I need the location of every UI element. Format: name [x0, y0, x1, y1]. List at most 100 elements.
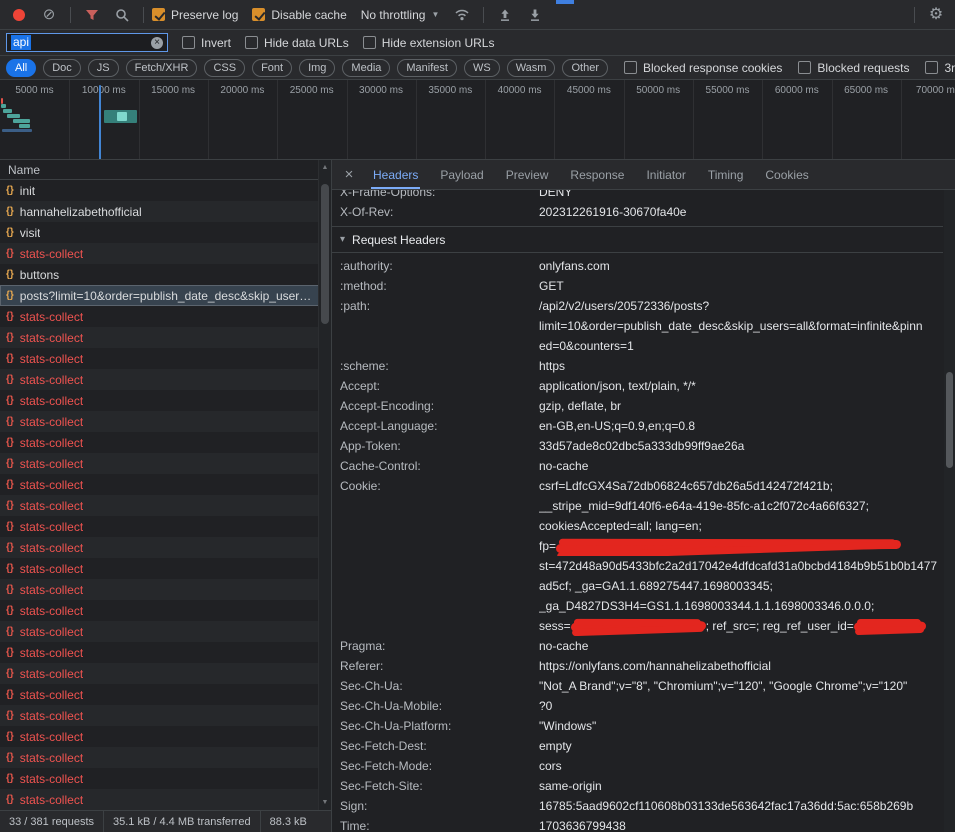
request-name: init	[20, 184, 35, 198]
throttling-select[interactable]: No throttling ▼	[361, 8, 440, 22]
request-row[interactable]: {}buttons	[0, 264, 331, 285]
type-filter-doc[interactable]: Doc	[43, 59, 81, 77]
request-name: stats-collect	[20, 583, 83, 597]
request-name: stats-collect	[20, 667, 83, 681]
type-filter-other[interactable]: Other	[562, 59, 608, 77]
scrollbar-thumb[interactable]	[946, 372, 953, 468]
header-value-line: limit=10&order=publish_date_desc&skip_us…	[539, 316, 943, 336]
checkbox-blocked-requests[interactable]: Blocked requests	[798, 61, 909, 75]
json-braces-icon: {}	[6, 269, 14, 280]
request-row[interactable]: {}stats-collect	[0, 495, 331, 516]
request-row[interactable]: {}init	[0, 180, 331, 201]
disable-cache-checkbox[interactable]: Disable cache	[252, 8, 346, 22]
tab-preview[interactable]: Preview	[495, 160, 560, 189]
header-row: Time:1703636799438	[332, 816, 943, 832]
tab-timing[interactable]: Timing	[697, 160, 755, 189]
tab-initiator[interactable]: Initiator	[635, 160, 696, 189]
close-detail-button[interactable]: ×	[336, 160, 362, 189]
preserve-log-checkbox[interactable]: Preserve log	[152, 8, 238, 22]
request-row[interactable]: {}stats-collect	[0, 705, 331, 726]
request-row[interactable]: {}stats-collect	[0, 243, 331, 264]
tab-headers[interactable]: Headers	[362, 160, 429, 189]
checkbox-icon	[624, 61, 637, 74]
timeline-tick-label: 35000 ms	[416, 85, 485, 96]
json-braces-icon: {}	[6, 437, 14, 448]
record-button[interactable]	[6, 4, 32, 26]
request-row[interactable]: {}stats-collect	[0, 684, 331, 705]
type-filter-all[interactable]: All	[6, 59, 36, 77]
request-row[interactable]: {}stats-collect	[0, 663, 331, 684]
request-row[interactable]: {} stats-collect	[0, 579, 331, 600]
checkbox-3rd-party-requests[interactable]: 3rd-party requests	[925, 61, 955, 75]
request-row[interactable]: {}stats-collect	[0, 411, 331, 432]
settings-button[interactable]: ⚙	[923, 4, 949, 26]
json-braces-icon: {}	[6, 647, 14, 658]
request-row[interactable]: {}stats-collect	[0, 390, 331, 411]
tab-response[interactable]: Response	[559, 160, 635, 189]
type-filter-manifest[interactable]: Manifest	[397, 59, 457, 77]
type-filter-font[interactable]: Font	[252, 59, 292, 77]
request-row[interactable]: {}stats-collect	[0, 432, 331, 453]
request-row[interactable]: {}stats-collect	[0, 306, 331, 327]
request-row[interactable]: {}stats-collect	[0, 369, 331, 390]
request-name: stats-collect	[20, 730, 83, 744]
checkbox-icon	[363, 36, 376, 49]
request-row[interactable]: {}stats-collect	[0, 516, 331, 537]
tab-payload[interactable]: Payload	[429, 160, 494, 189]
timeline-overview[interactable]: 5000 ms10000 ms15000 ms20000 ms25000 ms3…	[0, 80, 955, 160]
request-list-scrollbar[interactable]: ▲ ▼	[318, 160, 331, 810]
request-headers-section[interactable]: ▾Request Headers	[332, 227, 943, 253]
request-row[interactable]: {}hannahelizabethofficial	[0, 201, 331, 222]
checkbox-blocked-response-cookies[interactable]: Blocked response cookies	[624, 61, 782, 75]
request-row[interactable]: {}stats-collect	[0, 600, 331, 621]
invert-checkbox[interactable]: Invert	[182, 36, 231, 50]
detail-scrollbar[interactable]	[944, 190, 955, 832]
type-filter-fetch-xhr[interactable]: Fetch/XHR	[126, 59, 198, 77]
json-braces-icon: {}	[6, 521, 14, 532]
json-braces-icon: {}	[6, 626, 14, 637]
search-button[interactable]	[109, 4, 135, 26]
scroll-up-icon[interactable]: ▲	[319, 164, 331, 171]
separator	[70, 7, 71, 23]
hide-extension-urls-checkbox[interactable]: Hide extension URLs	[363, 36, 495, 50]
tab-cookies[interactable]: Cookies	[754, 160, 819, 189]
clear-button[interactable]: ⊘	[36, 4, 62, 26]
request-row[interactable]: {}visit	[0, 222, 331, 243]
type-filter-media[interactable]: Media	[342, 59, 390, 77]
request-row[interactable]: {}posts?limit=10&order=publish_date_desc…	[0, 285, 331, 306]
timeline-tick-label: 30000 ms	[347, 85, 416, 96]
waterfall-bar	[19, 124, 30, 128]
request-row[interactable]: {}stats-collect	[0, 747, 331, 768]
type-filter-wasm[interactable]: Wasm	[507, 59, 556, 77]
type-filter-css[interactable]: CSS	[204, 59, 245, 77]
type-filter-ws[interactable]: WS	[464, 59, 500, 77]
header-row: Sign:16785:5aad9602cf110608b03133de56364…	[332, 796, 943, 816]
request-row[interactable]: {}stats-collect	[0, 768, 331, 789]
type-filter-bar: All Doc JS Fetch/XHR CSS Font Img Media Manifest…	[6, 59, 608, 77]
type-filter-js[interactable]: JS	[88, 59, 119, 77]
request-row[interactable]: {}stats-collect	[0, 537, 331, 558]
export-har-button[interactable]	[522, 4, 548, 26]
request-row[interactable]: {}stats-collect	[0, 558, 331, 579]
scroll-down-icon[interactable]: ▼	[319, 799, 331, 806]
request-row[interactable]: {}stats-collect	[0, 642, 331, 663]
scrollbar-thumb[interactable]	[321, 184, 329, 324]
network-conditions-button[interactable]	[449, 4, 475, 26]
json-braces-icon: {}	[6, 584, 14, 595]
request-row[interactable]: {}stats-collect	[0, 621, 331, 642]
column-header-name[interactable]: Name	[0, 160, 331, 180]
filter-toggle-button[interactable]	[79, 4, 105, 26]
request-name: stats-collect	[20, 394, 83, 408]
request-row[interactable]: {}stats-collect	[0, 474, 331, 495]
import-har-button[interactable]	[492, 4, 518, 26]
request-row[interactable]: {}stats-collect	[0, 348, 331, 369]
network-filter-input[interactable]: api ×	[6, 33, 168, 52]
request-row[interactable]: {}stats-collect	[0, 327, 331, 348]
clear-filter-icon[interactable]: ×	[151, 37, 163, 49]
request-row[interactable]: {}stats-collect	[0, 726, 331, 747]
close-icon: ×	[345, 166, 354, 183]
request-row[interactable]: {}stats-collect	[0, 789, 331, 810]
hide-data-urls-checkbox[interactable]: Hide data URLs	[245, 36, 349, 50]
request-row[interactable]: {}stats-collect	[0, 453, 331, 474]
type-filter-img[interactable]: Img	[299, 59, 335, 77]
